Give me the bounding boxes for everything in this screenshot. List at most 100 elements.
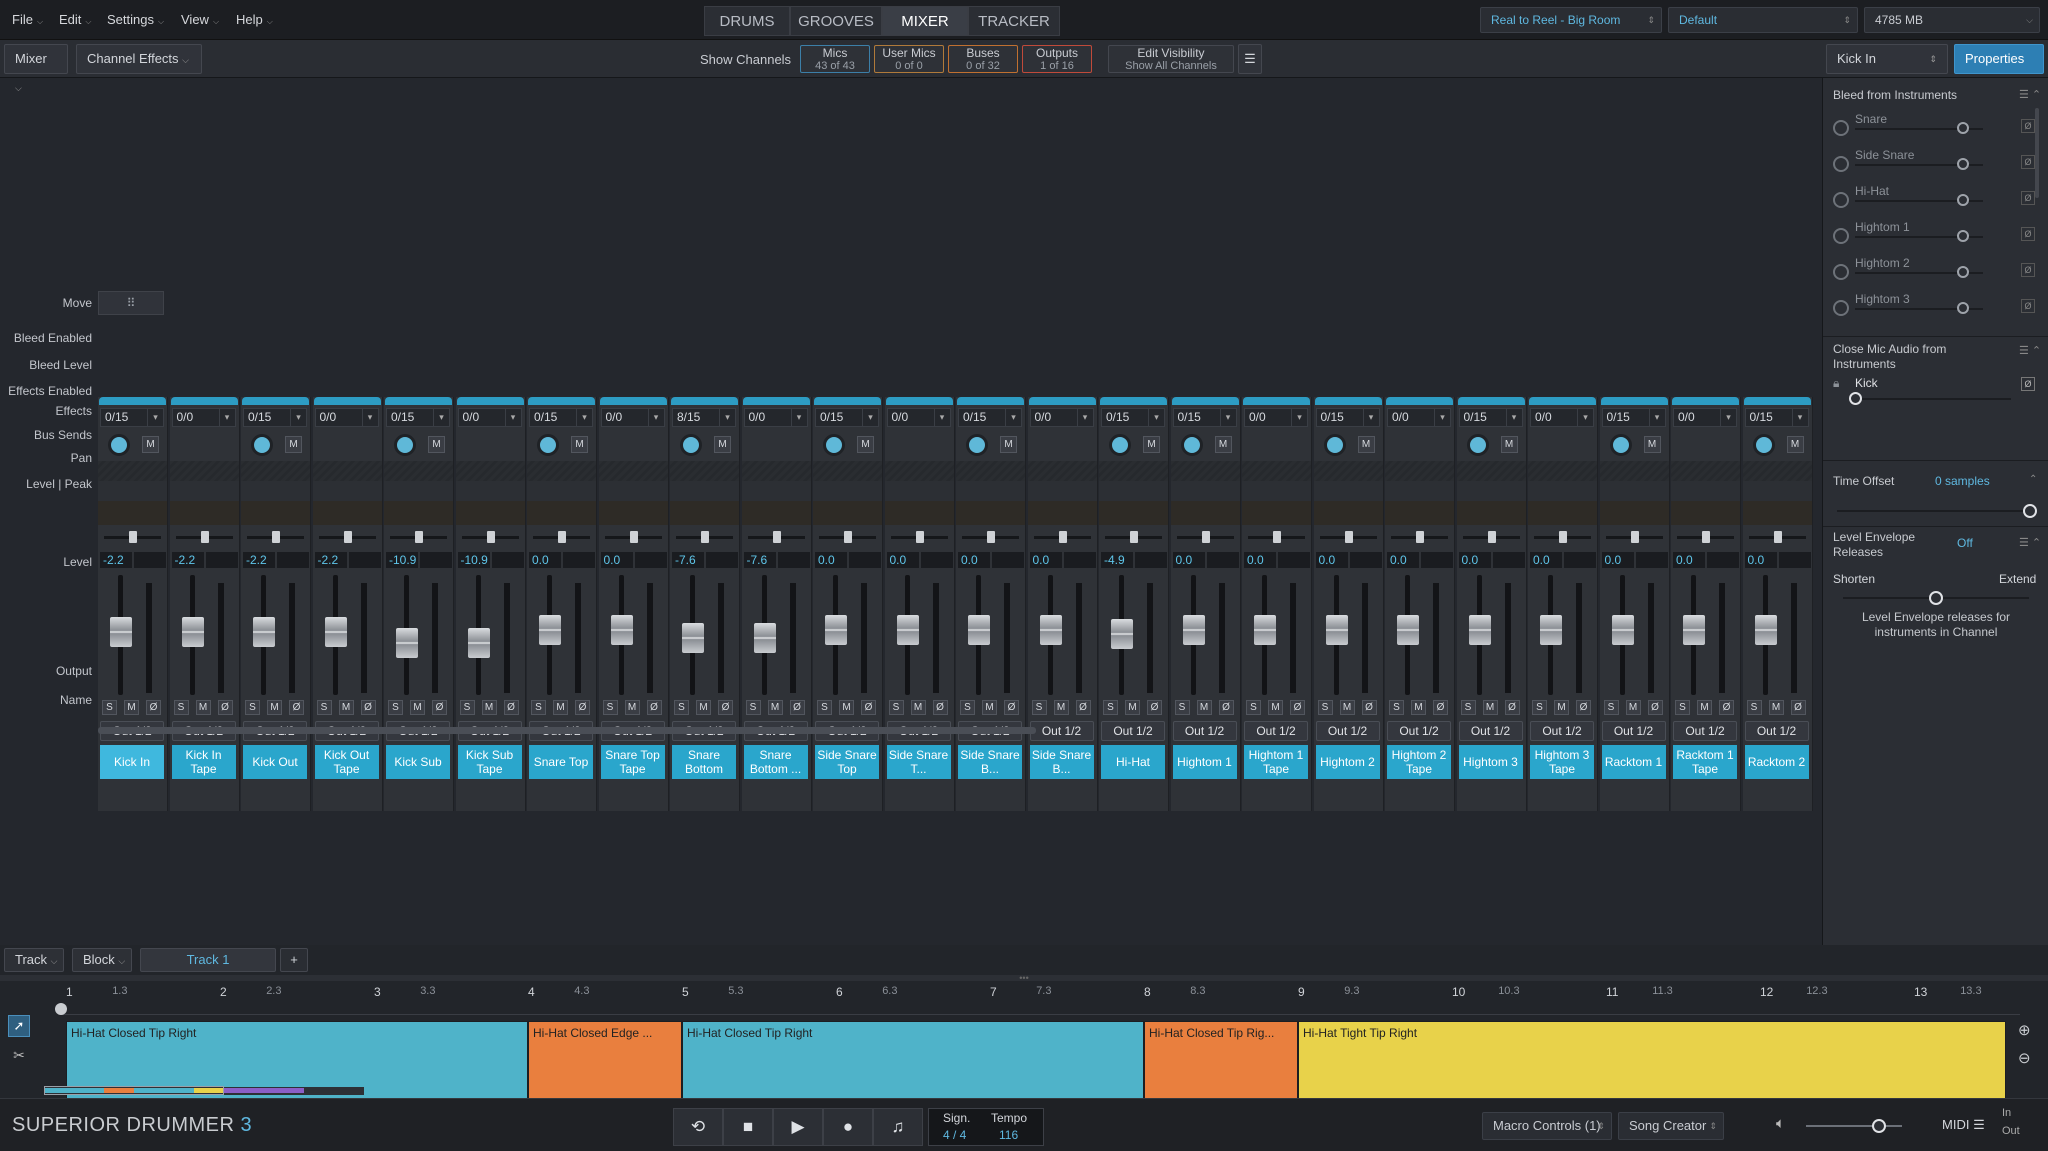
level-value[interactable]: -2.2: [100, 552, 132, 568]
effects-slot[interactable]: [1170, 481, 1240, 501]
effects-enabled-slot[interactable]: [956, 461, 1025, 481]
bleed-mute-button[interactable]: M: [571, 436, 588, 453]
level-fader[interactable]: [1182, 614, 1205, 645]
bus-sends-slot[interactable]: [455, 501, 525, 525]
tab-track-1[interactable]: Track 1: [140, 948, 276, 972]
phase-icon[interactable]: Ø: [2021, 299, 2035, 313]
bleed-enabled-select[interactable]: 0/15 ▾: [1744, 408, 1809, 427]
pan-handle[interactable]: [1630, 531, 1639, 543]
effects-slot[interactable]: [169, 481, 239, 501]
level-fader[interactable]: [324, 616, 347, 647]
bleed-level-knob[interactable]: [537, 434, 559, 456]
bleed-enabled-select[interactable]: 0/15 ▾: [386, 408, 450, 427]
time-offset-slider-knob[interactable]: [2023, 504, 2037, 518]
mute-button[interactable]: M: [839, 700, 854, 715]
level-fader[interactable]: [753, 623, 776, 654]
solo-button[interactable]: S: [1317, 700, 1333, 715]
bleed-mute-button[interactable]: M: [142, 436, 159, 453]
midi-label[interactable]: MIDI ☰: [1942, 1117, 1985, 1133]
add-track-button[interactable]: +: [280, 948, 308, 972]
bus-sends-slot[interactable]: [598, 501, 668, 525]
tab-mixer[interactable]: MIXER: [882, 6, 968, 36]
phase-button[interactable]: Ø: [1075, 700, 1091, 715]
mute-button[interactable]: M: [1339, 700, 1355, 715]
effects-enabled-slot[interactable]: [1027, 461, 1097, 481]
solo-button[interactable]: S: [1174, 700, 1190, 715]
bleed-enabled-select[interactable]: 8/15 ▾: [672, 408, 736, 427]
bleed-enabled-select[interactable]: 0/0 ▾: [171, 408, 236, 427]
channel-name[interactable]: Side Snare Top: [815, 745, 879, 779]
level-fader[interactable]: [467, 627, 490, 658]
effects-slot[interactable]: [598, 481, 668, 501]
tab-grooves[interactable]: GROOVES: [790, 6, 882, 36]
pan-handle[interactable]: [1487, 531, 1496, 543]
effects-slot[interactable]: [455, 481, 525, 501]
level-value[interactable]: -7.6: [743, 552, 776, 568]
mute-button[interactable]: M: [1768, 700, 1784, 715]
properties-button[interactable]: Properties »: [1954, 44, 2044, 94]
level-fader[interactable]: [610, 614, 633, 645]
mics-filter[interactable]: Mics 43 of 43: [800, 45, 870, 73]
bus-sends-slot[interactable]: [1027, 501, 1097, 525]
level-value[interactable]: 0.0: [1387, 552, 1419, 568]
output-select[interactable]: Out 1/2: [1601, 721, 1666, 741]
bus-sends-slot[interactable]: [1099, 501, 1168, 525]
phase-button[interactable]: Ø: [1576, 700, 1591, 715]
channel-name[interactable]: Hightom 3 Tape: [1530, 745, 1594, 779]
effects-slot[interactable]: [384, 481, 453, 501]
channel-name[interactable]: Racktom 2: [1744, 745, 1809, 779]
level-fader[interactable]: [396, 627, 418, 658]
solo-button[interactable]: S: [1675, 700, 1690, 715]
pan-handle[interactable]: [1773, 531, 1782, 543]
menu-file[interactable]: File ⌵: [12, 12, 43, 27]
bleed-level-knob[interactable]: [251, 434, 273, 456]
effects-slot[interactable]: [312, 481, 382, 501]
metronome-button[interactable]: ♫: [873, 1108, 923, 1146]
channel-name[interactable]: Side Snare T...: [886, 745, 951, 779]
power-icon[interactable]: [1833, 228, 1849, 244]
bleed-mute-button[interactable]: M: [1500, 436, 1518, 453]
level-value[interactable]: 0.0: [886, 552, 919, 568]
track-select[interactable]: Track ⌵: [4, 948, 64, 972]
bleed-enabled-select[interactable]: 0/0 ▾: [1244, 408, 1308, 427]
effects-enabled-slot[interactable]: [1313, 461, 1383, 481]
effects-slot[interactable]: [670, 481, 739, 501]
bleed-mute-button[interactable]: M: [857, 436, 874, 453]
bleed-instrument-item[interactable]: Hightom 1 Ø: [1833, 220, 2035, 254]
channel-name[interactable]: Racktom 1 Tape: [1673, 745, 1737, 779]
effects-slot[interactable]: [1599, 481, 1669, 501]
solo-button[interactable]: S: [173, 700, 189, 715]
pan-handle[interactable]: [701, 531, 709, 543]
record-button[interactable]: ●: [823, 1108, 873, 1146]
bleed-enabled-select[interactable]: 0/0 ▾: [1029, 408, 1094, 427]
bleed-enabled-select[interactable]: 0/15 ▾: [958, 408, 1022, 427]
level-value[interactable]: -10.9: [386, 552, 418, 568]
phase-icon[interactable]: Ø: [2021, 227, 2035, 241]
bleed-level-knob[interactable]: [1752, 434, 1775, 456]
level-fader[interactable]: [825, 614, 847, 645]
level-fader[interactable]: [1397, 614, 1419, 645]
mute-button[interactable]: M: [267, 700, 282, 715]
level-value[interactable]: 0.0: [1315, 552, 1348, 568]
phase-button[interactable]: Ø: [789, 700, 805, 715]
channel-name[interactable]: Kick In: [100, 745, 164, 779]
bleed-enabled-select[interactable]: 0/15 ▾: [1315, 408, 1380, 427]
bleed-mute-button[interactable]: M: [1143, 436, 1160, 453]
solo-button[interactable]: S: [1103, 700, 1118, 715]
level-fader[interactable]: [1039, 614, 1062, 645]
output-select[interactable]: Out 1/2: [1387, 721, 1451, 741]
output-select[interactable]: Out 1/2: [1530, 721, 1594, 741]
bleed-enabled-select[interactable]: 0/15 ▾: [1601, 408, 1666, 427]
bus-sends-slot[interactable]: [241, 501, 310, 525]
bleed-enabled-select[interactable]: 0/15 ▾: [243, 408, 307, 427]
phase-button[interactable]: Ø: [289, 700, 304, 715]
block-select[interactable]: Block ⌵: [72, 948, 132, 972]
level-fader[interactable]: [1111, 619, 1133, 649]
level-fader[interactable]: [1611, 614, 1634, 645]
effects-slot[interactable]: [1313, 481, 1383, 501]
level-value[interactable]: 0.0: [1244, 552, 1276, 568]
sign-value[interactable]: 4 / 4: [943, 1128, 966, 1142]
bleed-enabled-select[interactable]: 0/0 ▾: [1387, 408, 1451, 427]
bleed-instrument-item[interactable]: Hightom 2 Ø: [1833, 256, 2035, 290]
level-fader[interactable]: [539, 614, 561, 645]
